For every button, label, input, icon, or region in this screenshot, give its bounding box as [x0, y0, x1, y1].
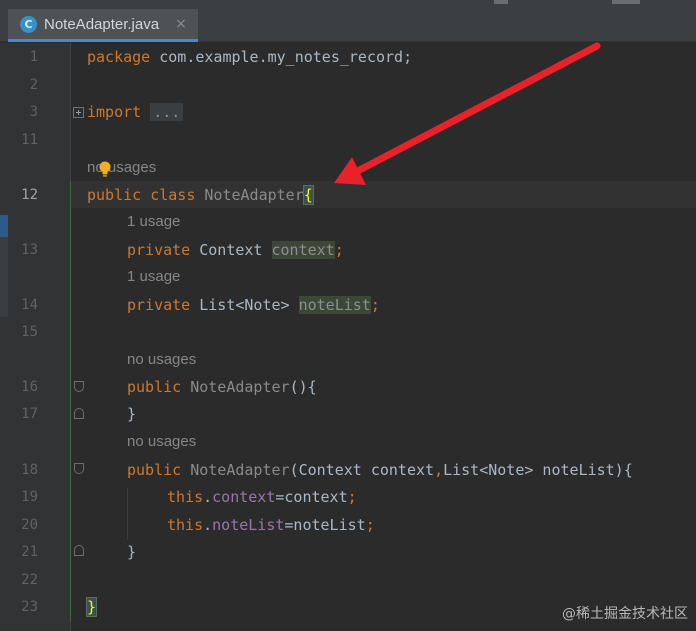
type-name: Context: [190, 241, 272, 259]
code-line-1[interactable]: package com.example.my_notes_record;: [87, 47, 412, 67]
code-line-3[interactable]: import ...: [87, 102, 184, 122]
tab-note-adapter[interactable]: C NoteAdapter.java ×: [8, 9, 198, 42]
field-name: noteList: [212, 516, 285, 534]
keyword: this: [167, 516, 204, 534]
red-annotation-arrow: [334, 42, 601, 185]
keyword: this: [167, 488, 204, 506]
fold-end-icon[interactable]: [74, 545, 84, 556]
strip-marker: [0, 215, 8, 237]
toolbar-edge: [612, 0, 640, 4]
tab-title: NoteAdapter.java: [44, 15, 160, 33]
code-line-13[interactable]: private Context context;: [127, 240, 344, 260]
semicolon: ;: [347, 488, 357, 506]
line-number: 2: [29, 77, 38, 93]
matched-brace: }: [85, 597, 98, 617]
scope-indicator: [70, 181, 71, 621]
line-number: 20: [21, 517, 38, 533]
watermark: @稀土掘金技术社区: [562, 606, 688, 622]
comma: ,: [434, 461, 444, 479]
dot: .: [203, 488, 213, 506]
type-name: List<Note>: [190, 296, 299, 314]
field-name: context: [212, 488, 276, 506]
line-number: 22: [21, 572, 38, 588]
line-number: 12: [21, 187, 38, 203]
usage-hint[interactable]: no usages: [127, 350, 196, 370]
package-name: com.example.my_notes_record;: [150, 48, 413, 66]
fold-start-icon[interactable]: [74, 381, 84, 392]
strip-marker: [0, 237, 8, 317]
line-number: 17: [21, 406, 38, 422]
class-name: NoteAdapter: [204, 186, 304, 204]
semicolon: ;: [365, 516, 375, 534]
keyword: private: [127, 296, 191, 314]
line-number: 21: [21, 544, 38, 560]
keyword: import: [87, 103, 142, 121]
line-number: 15: [21, 324, 38, 340]
dot: .: [203, 516, 213, 534]
usage-hint[interactable]: 1 usage: [127, 212, 180, 232]
parameters: List<Note> noteList){: [443, 461, 633, 479]
fold-start-icon[interactable]: [74, 463, 84, 474]
line-number: 18: [21, 462, 38, 478]
line-number: 19: [21, 489, 38, 505]
punctuation: (){: [289, 378, 317, 396]
line-number: 13: [21, 242, 38, 258]
line-number: 16: [21, 379, 38, 395]
code-line-20[interactable]: this.noteList=noteList;: [167, 515, 375, 535]
code-line-21[interactable]: }: [127, 542, 136, 562]
semicolon: ;: [370, 296, 380, 314]
assignment: =noteList: [284, 516, 366, 534]
usage-hint[interactable]: 1 usage: [127, 267, 180, 287]
line-number: 14: [21, 297, 38, 313]
assignment: =context: [275, 488, 348, 506]
tool-window-strip: [0, 43, 8, 631]
semicolon: ;: [334, 241, 344, 259]
keyword: public: [127, 378, 182, 396]
matched-brace: {: [302, 185, 314, 205]
keyword: private: [127, 241, 191, 259]
constructor-name: NoteAdapter: [190, 378, 290, 396]
parameters: (Context context: [289, 461, 435, 479]
code-line-18[interactable]: public NoteAdapter(Context context,List<…: [127, 460, 633, 480]
constructor-name: NoteAdapter: [190, 461, 290, 479]
code-line-19[interactable]: this.context=context;: [167, 487, 357, 507]
code-line-12[interactable]: public class NoteAdapter{: [87, 185, 314, 205]
fold-end-icon[interactable]: [74, 408, 84, 419]
line-number: 3: [29, 104, 38, 120]
keyword: public: [127, 461, 182, 479]
keyword: package: [87, 48, 151, 66]
code-line-23[interactable]: }: [85, 597, 98, 617]
expand-fold-icon[interactable]: [73, 107, 84, 118]
indent-guide: [127, 488, 128, 540]
toolbar-edge: [494, 0, 508, 4]
line-number: 1: [29, 49, 38, 65]
code-line-17[interactable]: }: [127, 404, 136, 424]
keyword: public class: [87, 186, 196, 204]
line-number: 23: [21, 599, 38, 615]
usage-hint[interactable]: no usages: [127, 432, 196, 452]
java-class-icon: C: [20, 15, 37, 33]
editor-tab-bar: C NoteAdapter.java ×: [0, 0, 696, 42]
lightbulb-icon[interactable]: [98, 161, 112, 178]
code-line-14[interactable]: private List<Note> noteList;: [127, 295, 380, 315]
folded-imports[interactable]: ...: [150, 103, 184, 121]
code-line-16[interactable]: public NoteAdapter(){: [127, 377, 317, 397]
field-name: context: [271, 241, 335, 259]
field-name: noteList: [298, 296, 371, 314]
line-number: 11: [21, 132, 38, 148]
close-icon[interactable]: ×: [175, 16, 187, 32]
